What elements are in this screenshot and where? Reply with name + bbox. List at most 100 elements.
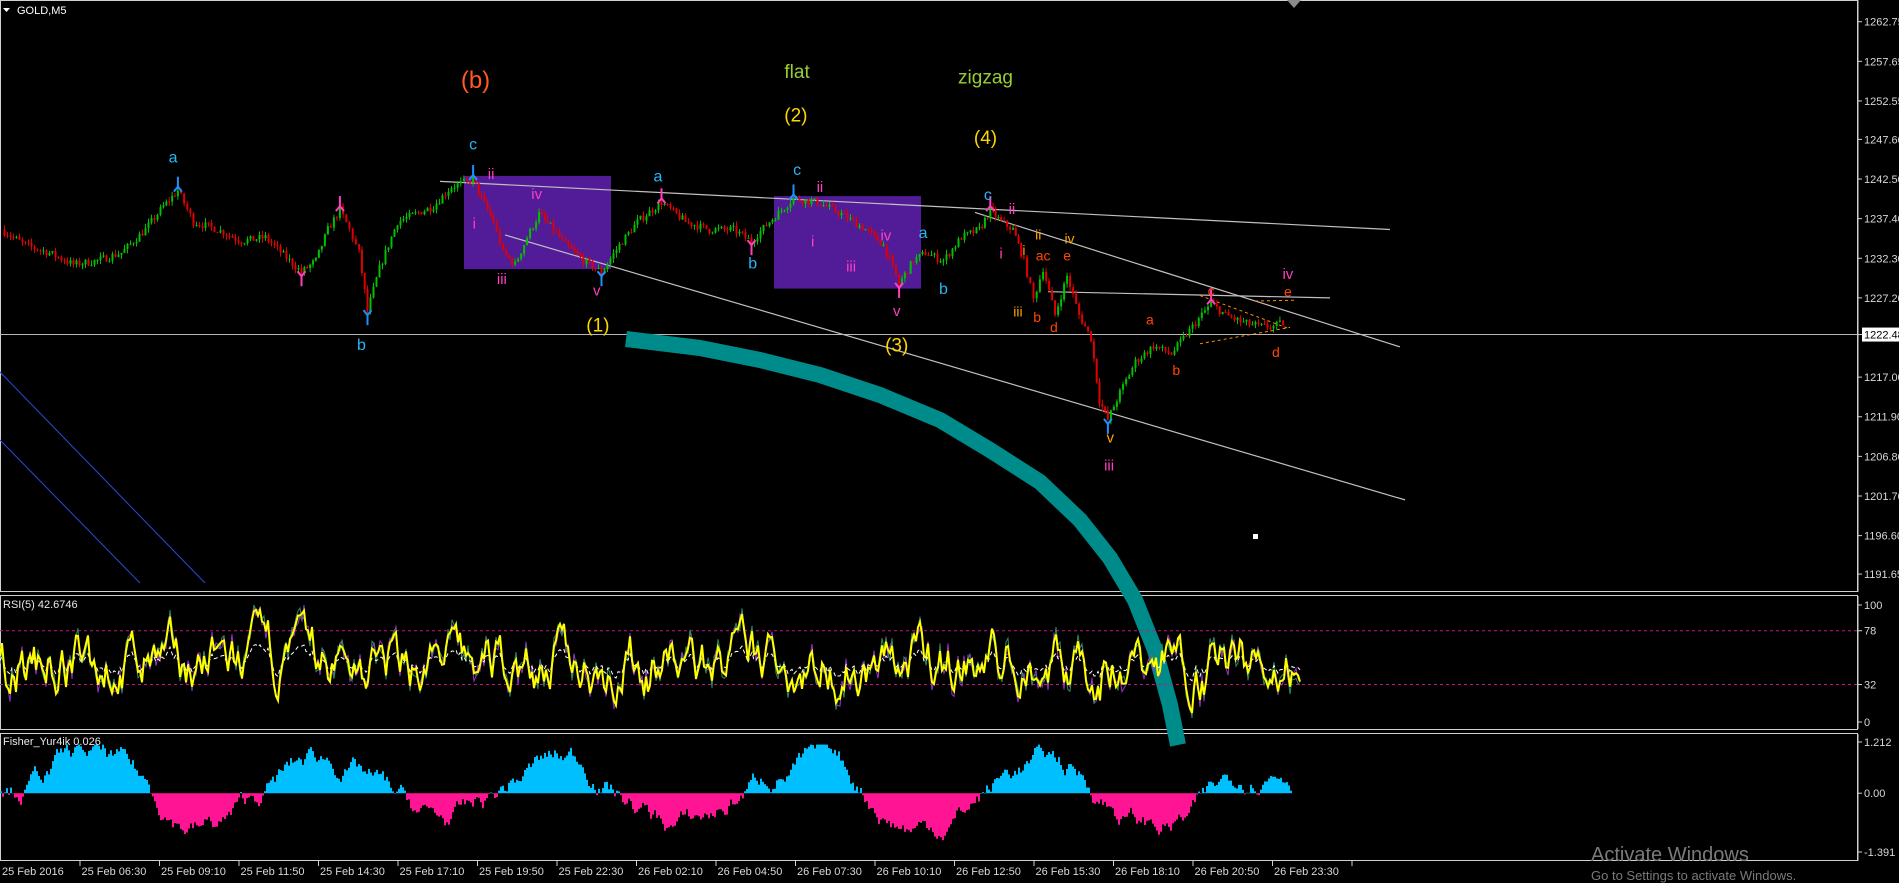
fisher-bar: [994, 779, 996, 794]
fisher-bar: [914, 793, 916, 829]
time-tick-label: 26 Feb 15:30: [1036, 866, 1101, 878]
candle-body: [81, 264, 84, 266]
fisher-bar: [478, 793, 480, 798]
fisher-bar: [182, 793, 184, 831]
rsi-tick-label: 100: [1864, 600, 1882, 612]
fisher-bar: [904, 793, 906, 832]
candle-body: [756, 238, 759, 242]
candle-body: [666, 203, 669, 205]
candle-body: [54, 251, 57, 257]
fisher-bar: [1278, 778, 1280, 794]
title-dropdown-icon[interactable]: [3, 8, 10, 12]
fisher-bar: [366, 773, 368, 794]
fisher-bar: [822, 744, 824, 794]
fisher-bar: [442, 793, 444, 819]
candle-body: [1173, 350, 1176, 355]
candle-body: [1185, 335, 1188, 337]
candle-body: [986, 217, 989, 219]
candle-body: [1045, 271, 1048, 282]
candle-body: [378, 264, 381, 278]
fisher-bar: [1064, 775, 1066, 794]
fisher-bar: [320, 756, 322, 794]
fisher-bar: [504, 790, 506, 794]
candle-body: [441, 195, 444, 204]
candle-body: [630, 232, 633, 234]
fisher-bar: [4, 792, 6, 794]
trading-chart[interactable]: 1262.75 1257.65 1252.55 1247.60 1242.50 1237.…: [0, 0, 1899, 878]
fisher-bar: [1216, 785, 1218, 794]
fisher-bar: [880, 793, 882, 820]
fisher-bar: [1228, 780, 1230, 794]
candle-body: [1248, 319, 1251, 325]
candle-body: [335, 217, 338, 219]
fisher-bar: [764, 784, 766, 794]
fisher-bar: [1010, 778, 1012, 794]
candle-body: [1260, 323, 1263, 325]
candle-body: [1087, 326, 1090, 332]
fisher-bar: [262, 793, 264, 796]
candle-body: [12, 236, 15, 238]
fisher-bar: [452, 793, 454, 813]
candle-body: [651, 210, 654, 213]
fisher-bar: [700, 793, 702, 820]
candle-body: [1282, 320, 1285, 325]
fisher-bar: [602, 788, 604, 794]
fisher-bar: [1158, 793, 1160, 835]
fisher-bar: [1066, 769, 1068, 794]
candle-body: [45, 250, 48, 256]
candle-body: [696, 225, 699, 230]
candle-body: [1257, 322, 1260, 324]
wave-label: i: [473, 216, 476, 233]
fisher-bar: [516, 779, 518, 794]
candle-body: [1072, 287, 1075, 294]
fisher-bar: [402, 787, 404, 794]
fisher-bar: [1264, 781, 1266, 794]
fisher-bar: [800, 757, 802, 794]
fisher-bar: [438, 793, 440, 817]
candle-body: [1272, 325, 1275, 329]
fisher-bar: [98, 745, 100, 794]
fisher-bar: [104, 748, 106, 794]
candle-body: [1109, 410, 1112, 420]
fisher-bar: [720, 793, 722, 810]
candle-body: [329, 226, 332, 228]
candle-body: [489, 209, 492, 216]
fisher-bar: [112, 755, 114, 794]
fisher-bar: [688, 793, 690, 817]
candle-body: [408, 212, 411, 217]
price-tick-label: 1211.90: [1864, 412, 1899, 424]
candle-body: [1057, 306, 1060, 315]
fisher-bar: [286, 761, 288, 794]
candle-body: [930, 254, 933, 256]
fisher-bar: [938, 793, 940, 836]
fisher-bar: [294, 761, 296, 794]
candle-body: [1149, 346, 1152, 355]
candle-body: [825, 205, 828, 207]
chart-shift-marker[interactable]: [1287, 0, 1301, 8]
candle-body: [48, 252, 51, 256]
fisher-bar: [634, 793, 636, 814]
fisher-bar: [1108, 793, 1110, 807]
fisher-bar: [506, 791, 508, 794]
candle-body: [615, 249, 618, 254]
fisher-bar: [1070, 764, 1072, 794]
fisher-bar: [876, 793, 878, 818]
fisher-bar: [0, 791, 2, 794]
fisher-bar: [192, 793, 194, 829]
fisher-bar: [754, 777, 756, 794]
fisher-bar: [152, 793, 154, 797]
fisher-bar: [750, 779, 752, 794]
fisher-bar: [1058, 757, 1060, 794]
fisher-bar: [1028, 763, 1030, 794]
fisher-bar: [204, 793, 206, 820]
candle-body: [1078, 303, 1081, 315]
fisher-bar: [428, 793, 430, 808]
rsi-title: RSI(5) 42.6746: [3, 599, 78, 611]
fisher-bar: [954, 793, 956, 819]
fisher-bar: [832, 753, 834, 794]
time-tick-label: 26 Feb 23:30: [1274, 866, 1339, 878]
candle-body: [1081, 314, 1084, 324]
fisher-bar: [770, 792, 772, 794]
fisher-bar: [416, 793, 418, 813]
candle-body: [951, 248, 954, 257]
